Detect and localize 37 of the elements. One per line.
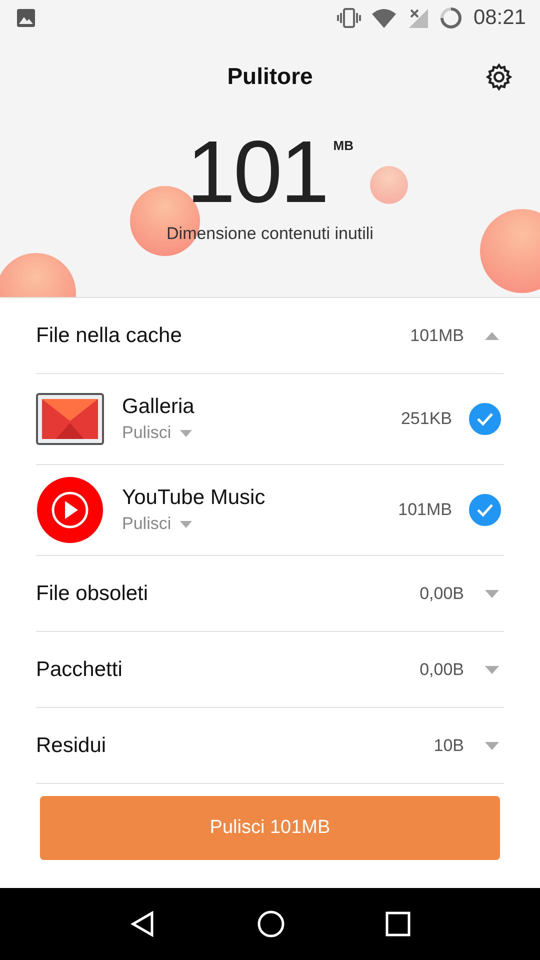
category-size: 0,00B [420,584,464,604]
image-icon [16,8,36,28]
music-app-icon [36,476,104,544]
decor-circle [370,166,408,204]
vibrate-icon [337,7,362,29]
category-name[interactable]: Pacchetti [36,658,400,682]
expand-icon[interactable] [484,588,500,598]
category-name[interactable]: Residui [36,734,414,758]
category-size: 10B [434,736,464,756]
signal-icon [407,7,430,29]
clean-dropdown[interactable]: Pulisci [122,514,172,534]
status-time: 08:21 [473,6,526,30]
settings-icon[interactable] [484,62,514,92]
app-name: Galleria [122,395,196,419]
gallery-app-icon [36,393,104,445]
recents-icon[interactable] [384,911,411,937]
home-icon[interactable] [256,909,286,939]
app-cache-size: 251KB [400,409,452,429]
screen-title: Pulitore [227,62,313,90]
category-size: 0,00B [420,660,464,680]
expand-icon[interactable] [484,740,500,750]
checkbox[interactable] [468,493,502,527]
size-unit: MB [333,138,354,153]
expand-icon[interactable] [484,664,500,674]
collapse-icon[interactable] [484,330,500,340]
junk-size: 101 [186,124,328,220]
app-cache-size: 101MB [398,500,452,520]
category-name[interactable]: File nella cache [36,324,390,348]
loading-icon [439,6,464,30]
app-name: YouTube Music [122,486,266,510]
dropdown-icon[interactable] [179,520,194,528]
checkbox[interactable] [468,402,502,436]
category-name[interactable]: File obsoleti [36,582,400,606]
dropdown-icon[interactable] [179,428,194,438]
clean-dropdown[interactable]: Pulisci [122,423,172,443]
category-size: 101MB [410,326,464,346]
wifi-icon [371,8,398,28]
